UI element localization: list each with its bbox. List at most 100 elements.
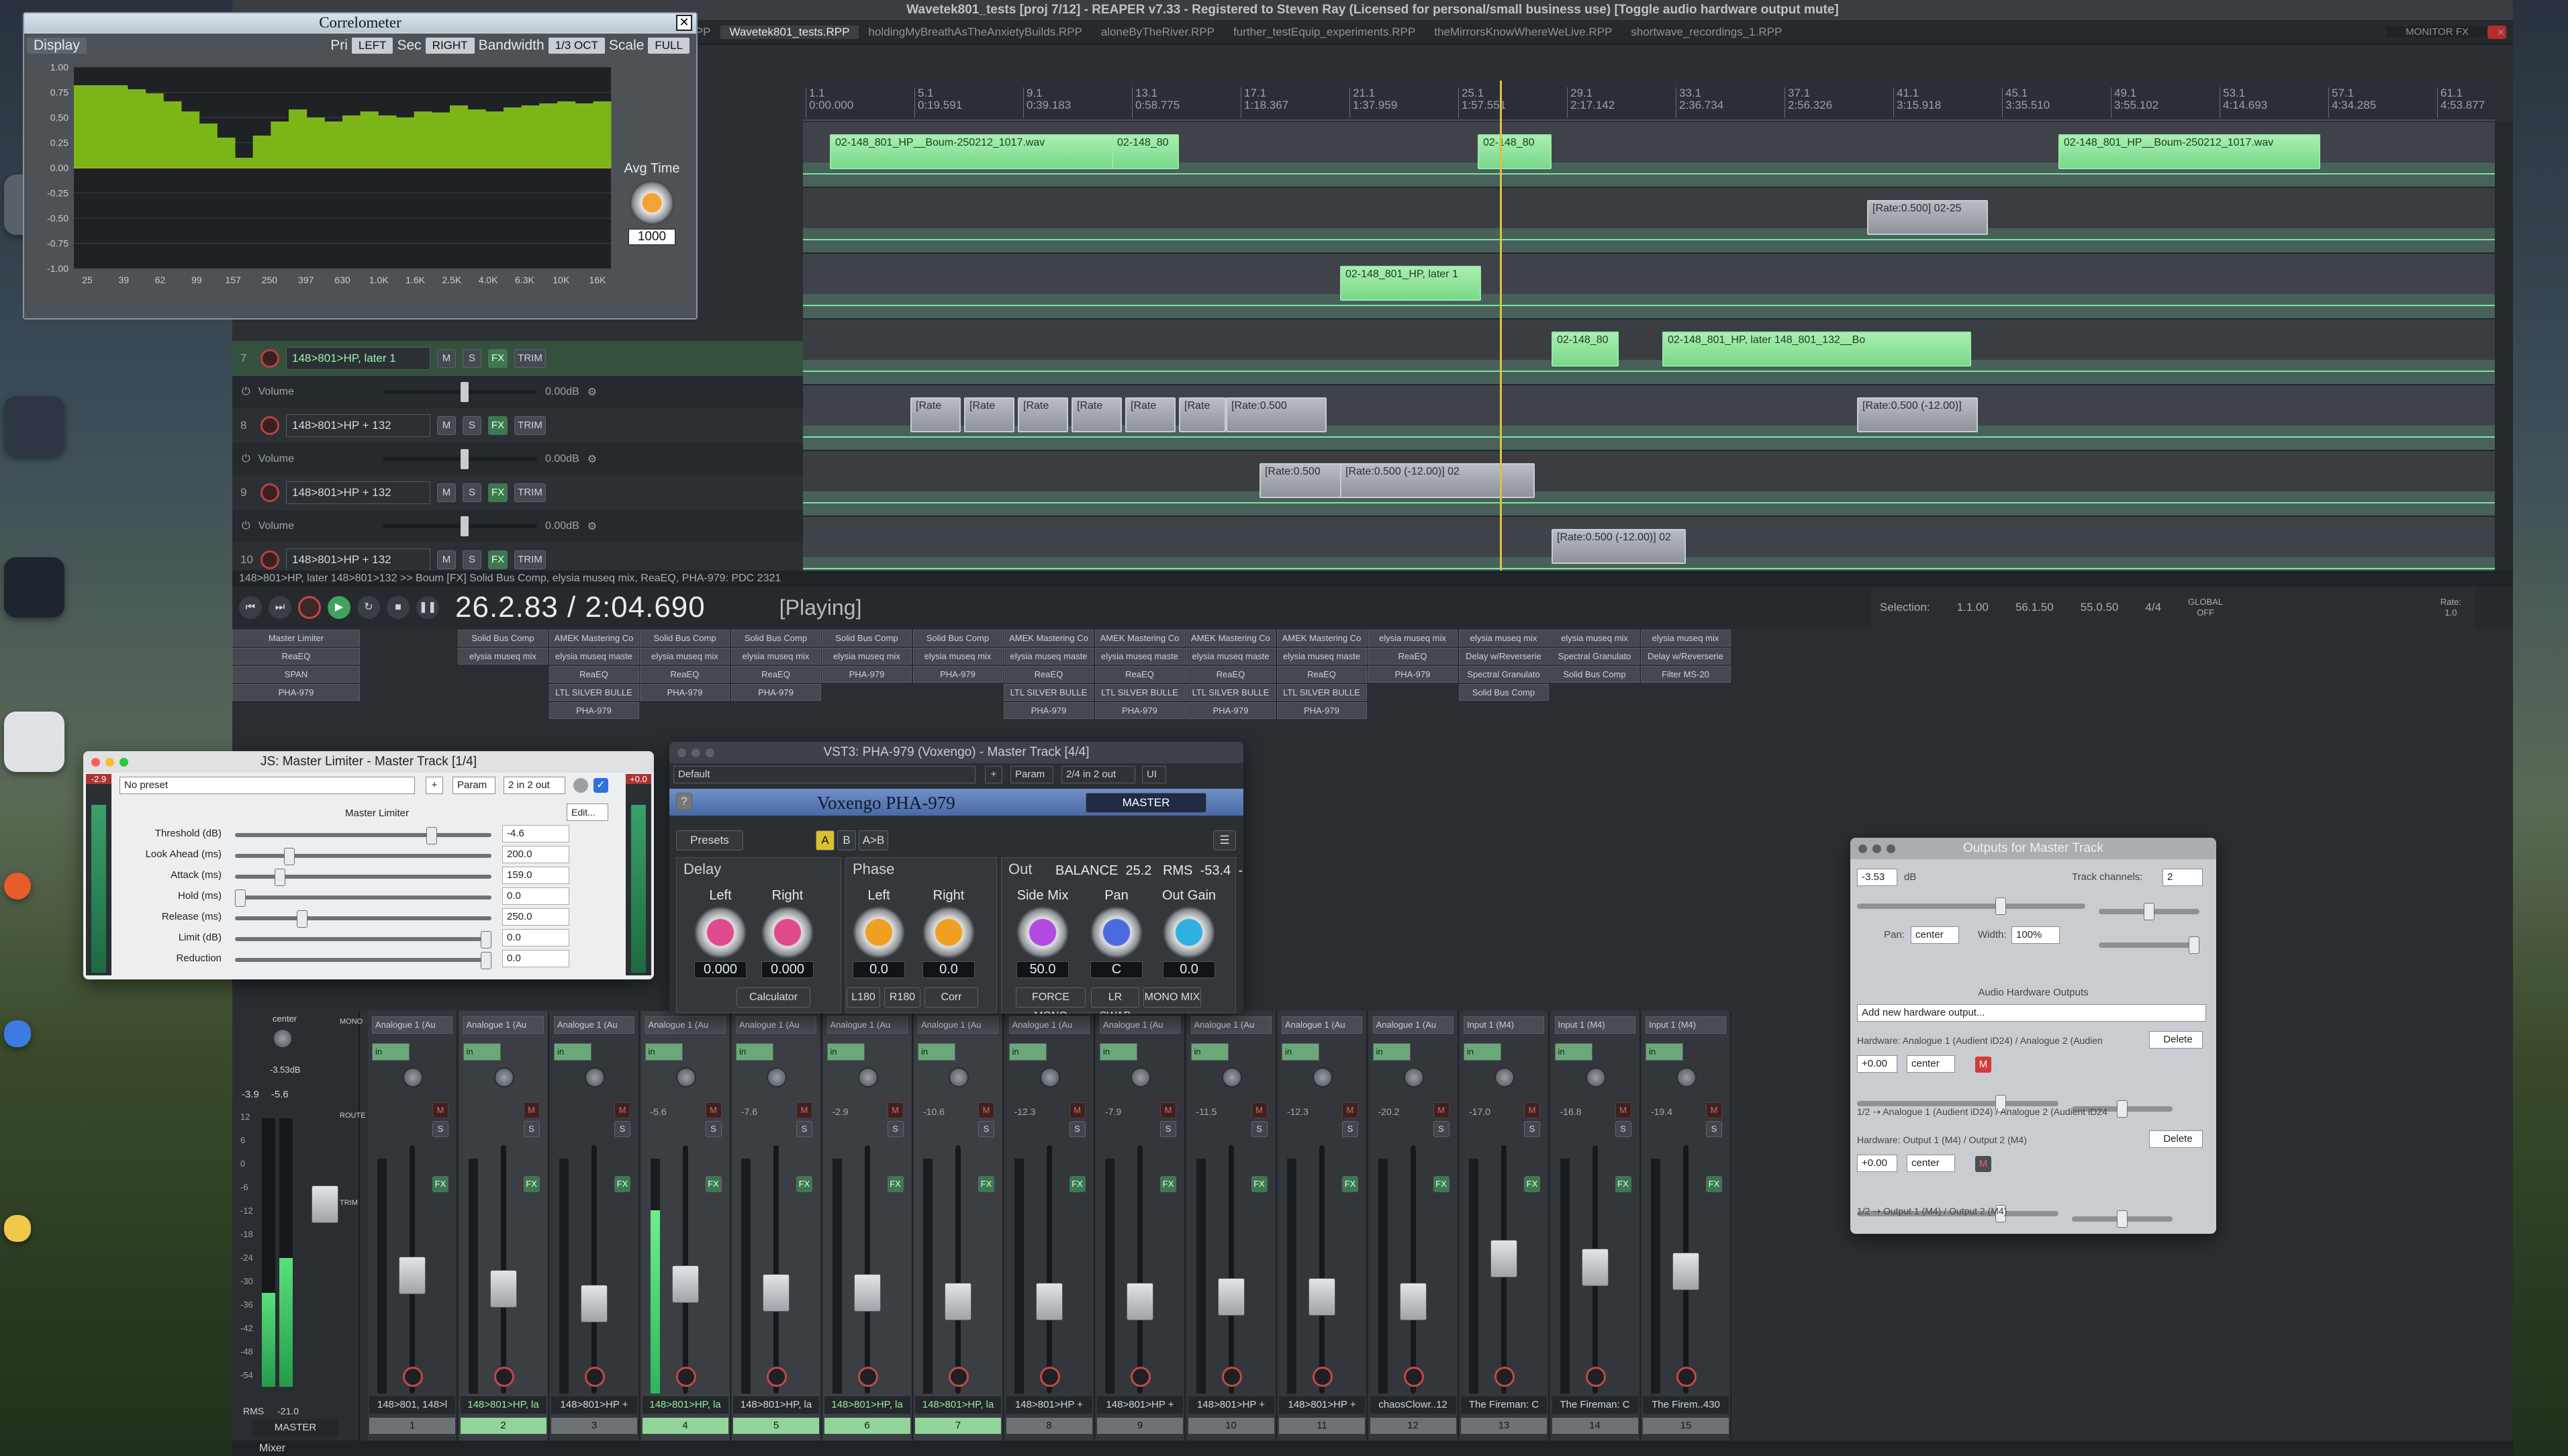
knob-value[interactable]: 50.0 <box>1016 961 1069 978</box>
volume-envelope[interactable] <box>803 371 2495 372</box>
finder-icon[interactable] <box>4 1020 31 1047</box>
vox-master-button[interactable]: MASTER <box>1086 793 1206 813</box>
volume-fader[interactable] <box>853 1274 881 1312</box>
track-header[interactable]: 9 148>801>HP + 132 M S FX TRIM <box>232 475 803 510</box>
volume-fader[interactable] <box>399 1257 426 1295</box>
strip-name[interactable]: 148>801>HP, la <box>460 1396 546 1414</box>
volume-envelope[interactable] <box>803 436 2495 438</box>
solo-button[interactable]: S <box>1160 1121 1176 1137</box>
fx-slot[interactable]: elysia museq maste <box>1004 648 1094 665</box>
gear-icon[interactable]: ⚙ <box>587 520 597 533</box>
mute-button[interactable]: M <box>432 1102 448 1118</box>
hw2-pan-slider[interactable] <box>2072 1210 2173 1228</box>
media-item[interactable]: [Rate:0.500 <box>1226 397 1327 432</box>
master-volume-slider[interactable] <box>1857 897 2085 915</box>
strip-name[interactable]: 148>801>HP + <box>1279 1396 1365 1414</box>
fx-slot[interactable]: elysia museq mix <box>730 648 821 665</box>
fx-slot[interactable]: Solid Bus Comp <box>912 630 1003 646</box>
volume-envelope-lane[interactable] <box>803 360 2495 384</box>
mute-button[interactable]: M <box>437 349 456 368</box>
phase-icon[interactable] <box>949 1367 969 1387</box>
phase-icon[interactable] <box>1039 1367 1060 1387</box>
mute-button[interactable]: M <box>437 550 456 569</box>
media-item[interactable]: [Rate <box>1072 397 1122 432</box>
fx-button[interactable]: FX <box>887 1176 904 1192</box>
strip-number[interactable]: 13 <box>1461 1418 1547 1434</box>
vox-knob[interactable] <box>922 906 975 959</box>
track-header[interactable]: 8 148>801>HP + 132 M S FX TRIM <box>232 408 803 443</box>
pan-knob[interactable] <box>493 1067 514 1087</box>
project-tab[interactable]: Wavetek801_tests.RPP <box>720 25 859 39</box>
fx-slot[interactable]: PHA-979 <box>549 702 639 719</box>
fader-track[interactable] <box>591 1145 597 1394</box>
vox-button[interactable]: Calculator <box>736 987 810 1008</box>
strip-number[interactable]: 5 <box>733 1418 819 1434</box>
strip-name[interactable]: 148>801, 148>l <box>369 1396 455 1414</box>
fader-track[interactable] <box>1319 1145 1325 1394</box>
input-select[interactable]: Analogue 1 (Au <box>1190 1016 1272 1034</box>
strip-number[interactable]: 7 <box>915 1418 1001 1434</box>
time-display[interactable]: 26.2.83 / 2:04.690 <box>455 591 706 624</box>
fx-button[interactable]: FX <box>1251 1176 1268 1192</box>
input-button[interactable]: in <box>1554 1043 1592 1061</box>
strip-number[interactable]: 14 <box>1552 1418 1638 1434</box>
strip-name[interactable]: The Fireman: C <box>1461 1396 1547 1414</box>
stop-button[interactable]: ■ <box>387 596 410 619</box>
fx-button[interactable]: FX <box>432 1176 448 1192</box>
fx-slot[interactable]: PHA-979 <box>1276 702 1367 719</box>
fx-button[interactable]: FX <box>488 550 508 569</box>
phase-icon[interactable] <box>767 1367 787 1387</box>
phase-icon[interactable] <box>675 1367 696 1387</box>
param-value[interactable]: 0.0 <box>502 887 569 905</box>
vox-button[interactable]: L180 <box>847 987 880 1008</box>
record-button[interactable] <box>298 596 321 619</box>
vox-knob[interactable] <box>1016 906 1069 959</box>
volume-fader[interactable] <box>581 1285 608 1322</box>
vox-ab-button[interactable]: A>B <box>859 830 888 851</box>
fx-button[interactable]: FX <box>1342 1176 1358 1192</box>
solo-button[interactable]: S <box>614 1121 630 1137</box>
solo-button[interactable]: S <box>887 1121 904 1137</box>
pan-knob[interactable] <box>585 1067 605 1087</box>
volume-envelope[interactable] <box>803 173 2495 175</box>
fx-slot[interactable]: elysia museq maste <box>1094 648 1185 665</box>
phase-icon[interactable] <box>403 1367 423 1387</box>
fx-slot[interactable]: Spectral Granulato <box>1550 648 1639 665</box>
master-name[interactable]: MASTER <box>252 1419 338 1437</box>
mute-button[interactable]: M <box>1342 1102 1358 1118</box>
hw2-channels[interactable]: 1/2 <box>1857 1206 1870 1216</box>
fx-slot[interactable]: Solid Bus Comp <box>1458 684 1549 701</box>
mute-button[interactable]: M <box>614 1102 630 1118</box>
fx-slot[interactable]: PHA-979 <box>1186 702 1276 719</box>
fx-slot[interactable]: elysia museq maste <box>1276 648 1367 665</box>
width-slider[interactable] <box>2099 936 2199 954</box>
volume-envelope-fader[interactable] <box>383 449 538 469</box>
media-item[interactable]: 02-148_801_HP, later 148_801_132__Bo <box>1662 332 1971 367</box>
add-preset-button[interactable]: + <box>426 777 443 794</box>
play-button[interactable]: ▶ <box>328 596 350 619</box>
volume-fader[interactable] <box>1217 1278 1245 1316</box>
fx-slot[interactable]: AMEK Mastering Co <box>1094 630 1185 646</box>
fader-track[interactable] <box>1410 1145 1416 1394</box>
master-volume-fader[interactable] <box>312 1185 338 1223</box>
monitor-fx-button[interactable]: MONITOR FX <box>2387 26 2487 38</box>
phase-icon[interactable] <box>1494 1367 1515 1387</box>
volume-envelope[interactable] <box>803 568 2495 569</box>
avg-time-value[interactable]: 1000 <box>628 229 675 245</box>
media-item[interactable]: [Rate <box>1125 397 1176 432</box>
mute-button[interactable]: M <box>1706 1102 1722 1118</box>
param-slider[interactable] <box>235 848 491 865</box>
fx-slot[interactable]: ReaEQ <box>730 666 821 683</box>
volume-fader[interactable] <box>489 1269 517 1308</box>
solo-button[interactable]: S <box>1433 1121 1449 1137</box>
media-item[interactable]: [Rate:0.500 (-12.00)] 02 <box>1340 463 1535 498</box>
strip-number[interactable]: 8 <box>1006 1418 1092 1434</box>
mute-button[interactable]: M <box>887 1102 904 1118</box>
knob-value[interactable]: 0.0 <box>853 961 905 978</box>
hw1-pan-field[interactable]: center <box>1907 1055 1955 1073</box>
knob-value[interactable]: 0.000 <box>761 961 814 978</box>
preset-dropdown[interactable]: No preset <box>120 777 415 794</box>
fader-track[interactable] <box>773 1145 779 1394</box>
input-select[interactable]: Analogue 1 (Au <box>1372 1016 1454 1034</box>
strip-number[interactable]: 4 <box>642 1418 728 1434</box>
